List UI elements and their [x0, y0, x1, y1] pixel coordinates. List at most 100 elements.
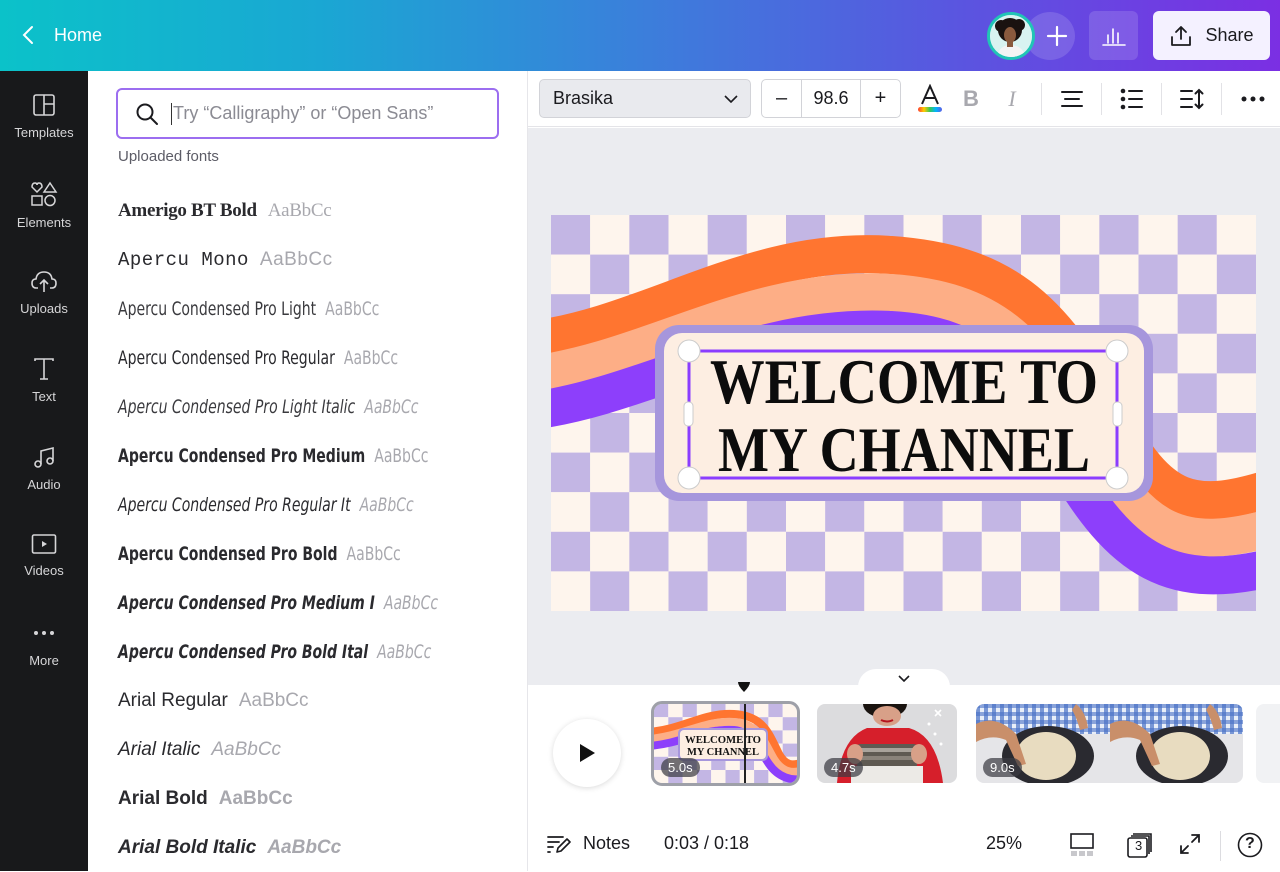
more-dots-icon — [34, 631, 54, 635]
checker-cell — [1021, 571, 1061, 611]
home-button[interactable]: Home — [22, 20, 102, 50]
rail-item-more[interactable]: More — [0, 627, 88, 697]
checker-cell — [981, 215, 1021, 255]
resize-handle-bottom-left — [677, 466, 701, 490]
italic-button[interactable]: I — [994, 81, 1030, 117]
zoom-level[interactable]: 25% — [986, 833, 1022, 854]
checker-cell — [682, 704, 697, 718]
checker-cell — [1060, 571, 1100, 611]
align-center-icon — [1061, 91, 1083, 107]
checker-cell — [903, 571, 943, 611]
checker-cell — [1060, 254, 1100, 295]
rail-item-videos[interactable]: Videos — [0, 533, 88, 603]
checker-cell — [1216, 215, 1256, 255]
font-item[interactable]: Arial Bold Italic AaBbCc — [118, 823, 518, 872]
font-sample: AaBbCc — [377, 640, 432, 663]
font-item[interactable]: Apercu Condensed Pro Medium AaBbCc — [118, 431, 518, 480]
checker-cell — [629, 531, 669, 572]
chevron-down-icon — [724, 94, 738, 103]
user-avatar[interactable] — [987, 12, 1035, 60]
playhead-line[interactable] — [744, 704, 746, 783]
font-item[interactable]: Apercu Condensed Pro Bold AaBbCc — [118, 529, 518, 578]
checker-cell — [786, 531, 826, 572]
checker-cell — [754, 704, 769, 718]
fullscreen-button[interactable] — [1178, 832, 1202, 856]
toolbar-divider — [1041, 83, 1042, 115]
checker-cell — [786, 571, 826, 611]
font-item[interactable]: Arial Bold AaBbCc — [118, 774, 518, 823]
rail-item-elements[interactable]: Elements — [0, 181, 88, 251]
rail-item-text[interactable]: Text — [0, 357, 88, 427]
checker-cell — [551, 571, 591, 611]
checker-cell — [551, 452, 591, 493]
play-button[interactable] — [553, 719, 621, 787]
playhead-marker[interactable] — [737, 681, 751, 693]
checker-cell — [696, 770, 712, 783]
rail-item-templates[interactable]: Templates — [0, 93, 88, 163]
font-sample: AaBbCc — [238, 689, 309, 711]
decrease-font-size-button[interactable]: – — [762, 80, 801, 117]
notes-button[interactable]: Notes — [547, 833, 630, 854]
checker-cell — [768, 717, 783, 731]
checker-cell — [707, 215, 747, 255]
text-color-icon — [918, 84, 942, 112]
help-button[interactable]: ? — [1237, 832, 1263, 858]
list-button[interactable] — [1114, 81, 1150, 117]
design-canvas[interactable]: WELCOME TO MY CHANNEL — [551, 215, 1256, 611]
checker-cell — [782, 743, 797, 757]
checker-cell — [551, 254, 591, 295]
font-item[interactable]: Apercu Condensed Pro Light Italic AaBbCc — [118, 382, 518, 431]
rail-item-uploads[interactable]: Uploads — [0, 269, 88, 339]
font-item[interactable]: Amerigo BT Bold AaBbCc — [118, 186, 518, 235]
increase-font-size-button[interactable]: + — [861, 80, 900, 117]
checker-cell — [590, 413, 630, 453]
text-color-button[interactable] — [912, 81, 948, 117]
font-item[interactable]: Arial Italic AaBbCc — [118, 725, 518, 774]
font-search-box[interactable] — [116, 88, 499, 139]
timeline-clip-2[interactable]: 4.7s — [817, 704, 957, 783]
rail-item-audio[interactable]: Audio — [0, 445, 88, 515]
timeline-clip-3[interactable]: 9.0s — [976, 704, 1243, 783]
text-toolbar: Brasika – 98.6 + B I — [528, 71, 1280, 127]
insights-button[interactable] — [1089, 11, 1138, 60]
font-item[interactable]: Apercu Mono AaBbCc — [118, 235, 518, 284]
font-family-dropdown[interactable]: Brasika — [539, 79, 751, 118]
font-item[interactable]: Apercu Condensed Pro Bold Ital AaBbCc — [118, 627, 518, 676]
font-item[interactable]: Apercu Condensed Pro Regular AaBbCc — [118, 333, 518, 382]
collapse-timeline-button[interactable] — [858, 669, 950, 687]
italic-icon: I — [1008, 86, 1016, 111]
font-name: Arial Italic — [118, 738, 201, 760]
font-item[interactable]: Apercu Condensed Pro Medium I AaBbCc — [118, 578, 518, 627]
more-options-button[interactable] — [1235, 81, 1271, 117]
font-sample: AaBbCc — [383, 591, 439, 614]
timeline: WELCOME TO MY CHANNEL 5.0s 4.7s 9.0s — [528, 669, 1280, 815]
rail-label: Videos — [24, 563, 64, 578]
checker-cell — [1216, 413, 1256, 453]
font-size-input[interactable]: 98.6 — [801, 80, 861, 117]
notes-label: Notes — [583, 833, 631, 853]
grid-view-button[interactable] — [1069, 832, 1095, 858]
font-item[interactable]: Arial Regular AaBbCc — [118, 676, 518, 725]
font-search-input[interactable] — [173, 103, 493, 124]
bold-button[interactable]: B — [953, 81, 989, 117]
chevron-left-icon — [22, 26, 33, 44]
pages-button[interactable]: 3 — [1126, 831, 1154, 859]
checker-cell — [1138, 294, 1178, 334]
share-button[interactable]: Share — [1153, 11, 1270, 60]
checker-cell — [707, 531, 747, 572]
toolbar-divider — [1101, 83, 1102, 115]
resize-handle-top-left — [677, 339, 701, 363]
music-note-icon — [34, 446, 54, 468]
font-name: Arial Regular — [118, 689, 228, 711]
checker-cell — [782, 704, 797, 718]
font-item[interactable]: Apercu Condensed Pro Regular It AaBbCc — [118, 480, 518, 529]
text-align-button[interactable] — [1054, 81, 1090, 117]
checker-cell — [1138, 254, 1178, 295]
more-horizontal-icon — [1241, 96, 1265, 102]
timeline-clip-1[interactable]: WELCOME TO MY CHANNEL 5.0s — [651, 701, 800, 786]
checker-cell — [1099, 215, 1139, 255]
checker-cell — [707, 571, 747, 611]
font-item[interactable]: Apercu Condensed Pro Light AaBbCc — [118, 284, 518, 333]
spacing-button[interactable] — [1174, 81, 1210, 117]
add-clip-placeholder[interactable] — [1256, 704, 1280, 783]
